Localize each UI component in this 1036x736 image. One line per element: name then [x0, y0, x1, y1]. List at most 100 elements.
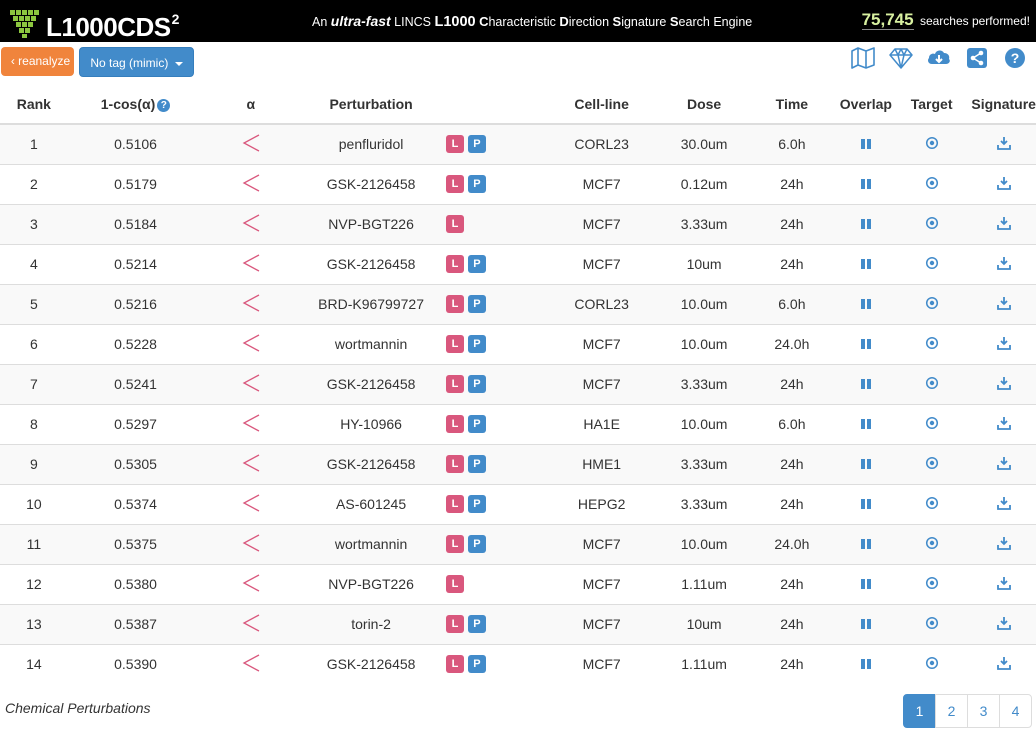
target-icon[interactable]	[925, 416, 939, 433]
header-cell-line[interactable]: Cell-line	[539, 84, 665, 125]
pagination: 1234	[903, 694, 1032, 728]
diamond-icon[interactable]	[888, 46, 914, 70]
target-icon[interactable]	[925, 136, 939, 153]
dose-cell: 3.33um	[664, 443, 744, 484]
alpha-cell	[203, 483, 299, 524]
download-icon[interactable]	[996, 536, 1011, 553]
download-icon[interactable]	[996, 336, 1011, 353]
overlap-icon[interactable]	[860, 377, 872, 393]
overlap-icon[interactable]	[860, 657, 872, 673]
target-cell	[891, 483, 972, 524]
pubchem-badge[interactable]: P	[467, 335, 486, 354]
download-icon[interactable]	[996, 456, 1011, 473]
download-icon[interactable]	[996, 176, 1011, 193]
download-icon[interactable]	[996, 216, 1011, 233]
map-icon[interactable]	[850, 46, 876, 70]
target-icon[interactable]	[925, 456, 939, 473]
header-time[interactable]: Time	[743, 84, 840, 125]
overlap-icon[interactable]	[860, 457, 872, 473]
overlap-icon[interactable]	[860, 217, 872, 233]
overlap-icon[interactable]	[860, 577, 872, 593]
score-cell: 0.5179	[67, 163, 204, 204]
download-icon[interactable]	[996, 656, 1011, 673]
overlap-icon[interactable]	[860, 497, 872, 513]
overlap-icon[interactable]	[860, 137, 872, 153]
lincs-badge[interactable]: L	[445, 175, 464, 194]
lincs-badge[interactable]: L	[445, 135, 464, 154]
lincs-badge[interactable]: L	[445, 375, 464, 394]
target-icon[interactable]	[925, 576, 939, 593]
logo[interactable]: L1000CDS2	[10, 4, 179, 42]
target-icon[interactable]	[925, 376, 939, 393]
pubchem-badge[interactable]: P	[467, 495, 486, 514]
reanalyze-button[interactable]: ‹ reanalyze	[1, 47, 74, 76]
lincs-badge[interactable]: L	[445, 455, 464, 474]
pubchem-badge[interactable]: P	[467, 415, 486, 434]
lincs-badge[interactable]: L	[445, 215, 464, 234]
lincs-badge[interactable]: L	[445, 655, 464, 674]
pubchem-badge[interactable]: P	[467, 615, 486, 634]
overlap-icon[interactable]	[860, 537, 872, 553]
lincs-badge[interactable]: L	[445, 295, 464, 314]
header-perturbation[interactable]: Perturbation	[298, 84, 444, 125]
page-1-button[interactable]: 1	[903, 694, 936, 728]
lincs-badge[interactable]: L	[445, 615, 464, 634]
target-icon[interactable]	[925, 176, 939, 193]
pubchem-badge[interactable]: P	[467, 655, 486, 674]
download-icon[interactable]	[996, 576, 1011, 593]
cloud-download-icon[interactable]	[926, 46, 952, 70]
overlap-icon[interactable]	[860, 177, 872, 193]
target-icon[interactable]	[925, 536, 939, 553]
overlap-cell	[839, 403, 892, 444]
overlap-icon[interactable]	[860, 337, 872, 353]
perturbation-cell: BRD-K96799727	[298, 283, 444, 324]
question-circle-icon[interactable]: ?	[157, 98, 171, 112]
download-icon[interactable]	[996, 256, 1011, 273]
page-2-button[interactable]: 2	[935, 694, 968, 728]
download-icon[interactable]	[996, 616, 1011, 633]
tag-dropdown-button[interactable]: No tag (mimic)	[79, 47, 194, 77]
overlap-icon[interactable]	[860, 417, 872, 433]
alpha-cell	[203, 323, 299, 364]
header-dose[interactable]: Dose	[664, 84, 744, 125]
lincs-badge[interactable]: L	[445, 255, 464, 274]
target-icon[interactable]	[925, 256, 939, 273]
lincs-badge[interactable]: L	[445, 335, 464, 354]
pubchem-badge[interactable]: P	[467, 455, 486, 474]
target-icon[interactable]	[925, 216, 939, 233]
target-icon[interactable]	[925, 616, 939, 633]
angle-icon	[241, 573, 261, 596]
perturbation-cell: HY-10966	[298, 403, 444, 444]
overlap-icon[interactable]	[860, 297, 872, 313]
lincs-badge[interactable]: L	[445, 415, 464, 434]
pubchem-badge[interactable]: P	[467, 175, 486, 194]
download-icon[interactable]	[996, 496, 1011, 513]
download-icon[interactable]	[996, 416, 1011, 433]
target-icon[interactable]	[925, 496, 939, 513]
pubchem-badge[interactable]: P	[467, 135, 486, 154]
target-icon[interactable]	[925, 336, 939, 353]
header-rank[interactable]: Rank	[0, 84, 68, 125]
page-3-button[interactable]: 3	[967, 694, 1000, 728]
header-score[interactable]: 1-cos(α)?	[67, 84, 204, 125]
lincs-badge[interactable]: L	[445, 495, 464, 514]
overlap-icon[interactable]	[860, 617, 872, 633]
overlap-icon[interactable]	[860, 257, 872, 273]
lincs-badge[interactable]: L	[445, 535, 464, 554]
pubchem-badge[interactable]: P	[467, 375, 486, 394]
pubchem-badge[interactable]: P	[467, 255, 486, 274]
page-4-button[interactable]: 4	[999, 694, 1032, 728]
pubchem-badge[interactable]: P	[467, 295, 486, 314]
download-icon[interactable]	[996, 376, 1011, 393]
cell-line-cell: HME1	[539, 443, 665, 484]
target-icon[interactable]	[925, 296, 939, 313]
share-icon[interactable]	[964, 46, 990, 70]
pubchem-badge[interactable]: P	[467, 535, 486, 554]
target-icon[interactable]	[925, 656, 939, 673]
download-icon[interactable]	[996, 296, 1011, 313]
overlap-cell	[839, 323, 892, 364]
download-icon[interactable]	[996, 136, 1011, 153]
lincs-badge[interactable]: L	[445, 575, 464, 594]
perturbation-cell: wortmannin	[298, 323, 444, 364]
help-icon[interactable]: ?	[1002, 46, 1028, 70]
